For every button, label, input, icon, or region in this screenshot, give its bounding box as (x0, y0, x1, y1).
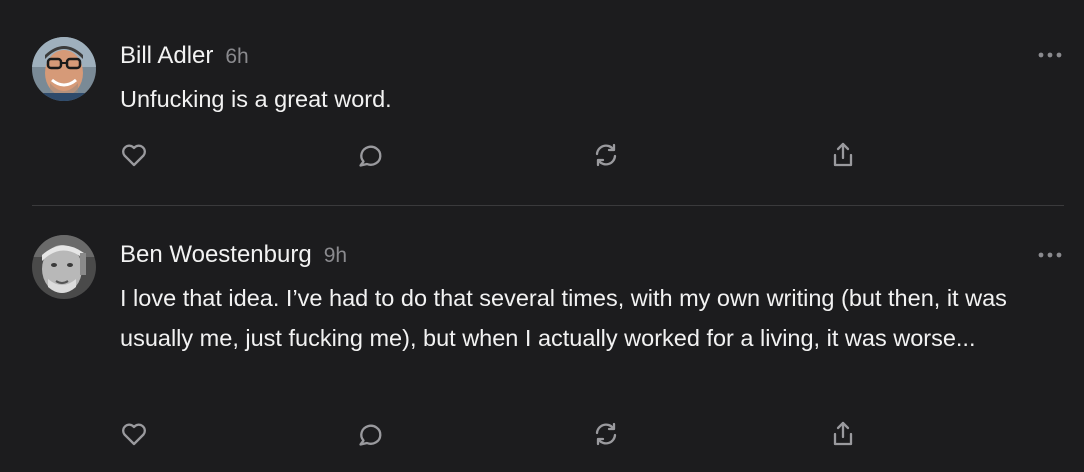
comment-text: Unfucking is a great word. (120, 86, 392, 112)
share-icon[interactable] (828, 419, 858, 449)
comment-item: Bill Adler 6h Unfucking is a great word. (0, 0, 1084, 205)
comment-icon[interactable] (355, 140, 385, 170)
timestamp[interactable]: 9h (324, 244, 347, 267)
avatar[interactable] (32, 37, 96, 101)
avatar-photo (32, 235, 96, 299)
share-icon[interactable] (828, 140, 858, 170)
comment-item: Ben Woestenburg 9h I love that idea. I’ve… (0, 206, 1084, 472)
comment-header: Bill Adler 6h (120, 42, 249, 70)
heart-icon[interactable] (119, 419, 149, 449)
author-name[interactable]: Bill Adler (120, 42, 213, 69)
timestamp[interactable]: 6h (225, 45, 248, 68)
heart-icon[interactable] (119, 140, 149, 170)
comment-header: Ben Woestenburg 9h (120, 241, 347, 269)
avatar[interactable] (32, 235, 96, 299)
avatar-photo (32, 37, 96, 101)
more-options-icon[interactable] (1037, 48, 1063, 62)
comment-text: I love that idea. I’ve had to do that se… (120, 285, 1007, 351)
restack-icon[interactable] (591, 419, 621, 449)
author-name[interactable]: Ben Woestenburg (120, 241, 312, 268)
comment-icon[interactable] (355, 419, 385, 449)
restack-icon[interactable] (591, 140, 621, 170)
more-options-icon[interactable] (1037, 248, 1063, 262)
